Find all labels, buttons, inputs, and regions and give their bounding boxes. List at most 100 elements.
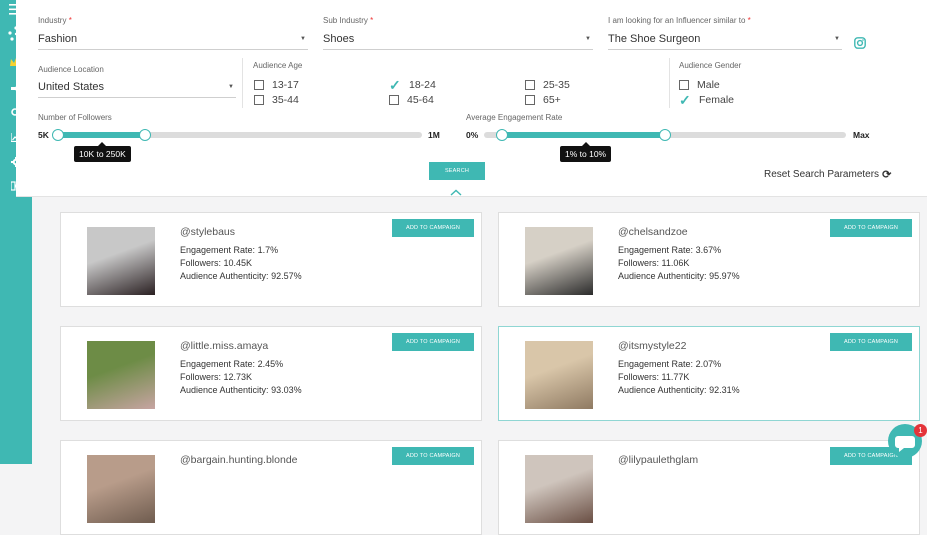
collapse-chevron-icon[interactable] bbox=[450, 183, 462, 201]
search-filter-panel: Industry * Fashion ▼ Sub Industry * Shoe… bbox=[16, 0, 927, 197]
engagement-slider-low-handle[interactable] bbox=[496, 129, 509, 141]
followers-count: Followers: 11.06K bbox=[618, 258, 690, 268]
followers-label: Number of Followers bbox=[38, 113, 112, 122]
influencer-handle[interactable]: @itsmystyle22 bbox=[618, 340, 686, 352]
influencer-avatar[interactable] bbox=[525, 455, 593, 523]
dropdown-arrow-icon: ▼ bbox=[228, 84, 234, 90]
industry-value: Fashion bbox=[38, 33, 78, 45]
engagement-label: Average Engagement Rate bbox=[466, 113, 563, 122]
dropdown-arrow-icon: ▼ bbox=[300, 36, 306, 42]
followers-count: Followers: 12.73K bbox=[180, 372, 253, 382]
engagement-rate: Engagement Rate: 3.67% bbox=[618, 245, 722, 255]
followers-count: Followers: 10.45K bbox=[180, 258, 253, 268]
checkbox[interactable] bbox=[525, 95, 535, 105]
dropdown-arrow-icon: ▼ bbox=[834, 36, 840, 42]
engagement-min-label: 0% bbox=[466, 130, 479, 140]
influencer-avatar[interactable] bbox=[87, 455, 155, 523]
age-option-label: 35-44 bbox=[272, 94, 299, 106]
followers-range-tooltip: 10K to 250K bbox=[74, 142, 131, 162]
audience-age-label: Audience Age bbox=[253, 61, 303, 70]
engagement-rate: Engagement Rate: 2.07% bbox=[618, 359, 722, 369]
influencer-handle[interactable]: @chelsandzoe bbox=[618, 226, 688, 238]
similar-influencer-value: The Shoe Surgeon bbox=[608, 33, 701, 45]
age-option-45-64[interactable]: 45-64 bbox=[389, 93, 434, 107]
industry-label: Industry * bbox=[38, 16, 72, 25]
dropdown-arrow-icon: ▼ bbox=[585, 36, 591, 42]
influencer-avatar[interactable] bbox=[87, 227, 155, 295]
influencer-avatar[interactable] bbox=[87, 341, 155, 409]
engagement-rate: Engagement Rate: 2.45% bbox=[180, 359, 284, 369]
audience-authenticity: Audience Authenticity: 92.31% bbox=[618, 385, 740, 395]
add-to-campaign-button[interactable]: ADD TO CAMPAIGN bbox=[392, 333, 474, 351]
checkbox[interactable] bbox=[525, 80, 535, 90]
audience-authenticity: Audience Authenticity: 92.57% bbox=[180, 271, 302, 281]
instagram-icon[interactable] bbox=[854, 36, 866, 54]
influencer-card[interactable]: @little.miss.amaya Engagement Rate: 2.45%… bbox=[60, 326, 482, 421]
chat-notification-badge: 1 bbox=[914, 424, 927, 437]
sub-industry-label: Sub Industry * bbox=[323, 16, 374, 25]
age-option-label: 25-35 bbox=[543, 79, 570, 91]
followers-max-label: 1M bbox=[428, 130, 440, 140]
add-to-campaign-button[interactable]: ADD TO CAMPAIGN bbox=[830, 219, 912, 237]
add-to-campaign-button[interactable]: ADD TO CAMPAIGN bbox=[392, 447, 474, 465]
gender-option-female[interactable]: ✓ Female bbox=[679, 93, 734, 107]
age-option-label: 45-64 bbox=[407, 94, 434, 106]
audience-location-label: Audience Location bbox=[38, 65, 104, 74]
engagement-rate: Engagement Rate: 1.7% bbox=[180, 245, 279, 255]
gender-option-male[interactable]: Male bbox=[679, 78, 720, 92]
search-button[interactable]: SEARCH bbox=[429, 162, 485, 180]
audience-authenticity: Audience Authenticity: 95.97% bbox=[618, 271, 740, 281]
age-option-18-24[interactable]: ✓ 18-24 bbox=[389, 78, 436, 92]
audience-location-value: United States bbox=[38, 81, 105, 93]
audience-authenticity: Audience Authenticity: 93.03% bbox=[180, 385, 302, 395]
followers-count: Followers: 11.77K bbox=[618, 372, 690, 382]
gender-option-label: Male bbox=[697, 79, 720, 91]
engagement-slider-high-handle[interactable] bbox=[659, 129, 671, 141]
checkmark-icon[interactable]: ✓ bbox=[679, 93, 691, 107]
influencer-handle[interactable]: @stylebaus bbox=[180, 226, 235, 238]
reset-label: Reset Search Parameters bbox=[764, 169, 880, 180]
engagement-range-tooltip: 1% to 10% bbox=[560, 142, 612, 162]
influencer-card[interactable]: @lilypaulethglam ADD TO CAMPAIGN bbox=[498, 440, 920, 535]
divider bbox=[242, 58, 243, 108]
engagement-slider-fill bbox=[502, 132, 665, 138]
gender-option-label: Female bbox=[699, 94, 735, 106]
influencer-card[interactable]: @itsmystyle22 Engagement Rate: 2.07% Follo… bbox=[498, 326, 920, 421]
age-option-label: 13-17 bbox=[272, 79, 299, 91]
similar-influencer-select[interactable]: The Shoe Surgeon ▼ bbox=[608, 28, 842, 50]
influencer-handle[interactable]: @little.miss.amaya bbox=[180, 340, 268, 352]
divider bbox=[669, 58, 670, 108]
audience-gender-label: Audience Gender bbox=[679, 61, 742, 70]
followers-slider-low-handle[interactable] bbox=[52, 129, 64, 141]
influencer-avatar[interactable] bbox=[525, 341, 593, 409]
influencer-handle[interactable]: @bargain.hunting.blonde bbox=[180, 454, 298, 466]
followers-slider-fill bbox=[58, 132, 146, 138]
influencer-handle[interactable]: @lilypaulethglam bbox=[618, 454, 698, 466]
age-option-65-plus[interactable]: 65+ bbox=[525, 93, 561, 107]
age-option-label: 65+ bbox=[543, 94, 561, 106]
influencer-avatar[interactable] bbox=[525, 227, 593, 295]
refresh-icon: ⟳ bbox=[882, 169, 892, 181]
influencer-card[interactable]: @bargain.hunting.blonde ADD TO CAMPAIGN bbox=[60, 440, 482, 535]
influencer-card[interactable]: @stylebaus Engagement Rate: 1.7% Followers… bbox=[60, 212, 482, 307]
add-to-campaign-button[interactable]: ADD TO CAMPAIGN bbox=[392, 219, 474, 237]
sub-industry-select[interactable]: Shoes ▼ bbox=[323, 28, 593, 50]
checkbox[interactable] bbox=[254, 80, 264, 90]
reset-search-link[interactable]: Reset Search Parameters ⟳ bbox=[764, 168, 891, 181]
checkbox[interactable] bbox=[679, 80, 689, 90]
checkmark-icon[interactable]: ✓ bbox=[389, 78, 401, 92]
engagement-max-label: Max bbox=[853, 130, 870, 140]
age-option-13-17[interactable]: 13-17 bbox=[254, 78, 299, 92]
add-to-campaign-button[interactable]: ADD TO CAMPAIGN bbox=[830, 333, 912, 351]
checkbox[interactable] bbox=[389, 95, 399, 105]
audience-location-select[interactable]: United States ▼ bbox=[38, 76, 236, 98]
followers-slider-high-handle[interactable] bbox=[139, 129, 152, 141]
age-option-35-44[interactable]: 35-44 bbox=[254, 93, 299, 107]
similar-influencer-label: I am looking for an Influencer similar t… bbox=[608, 16, 751, 25]
industry-select[interactable]: Fashion ▼ bbox=[38, 28, 308, 50]
age-option-label: 18-24 bbox=[409, 79, 436, 91]
checkbox[interactable] bbox=[254, 95, 264, 105]
age-option-25-35[interactable]: 25-35 bbox=[525, 78, 570, 92]
influencer-card[interactable]: @chelsandzoe Engagement Rate: 3.67% Follow… bbox=[498, 212, 920, 307]
sub-industry-value: Shoes bbox=[323, 33, 355, 45]
